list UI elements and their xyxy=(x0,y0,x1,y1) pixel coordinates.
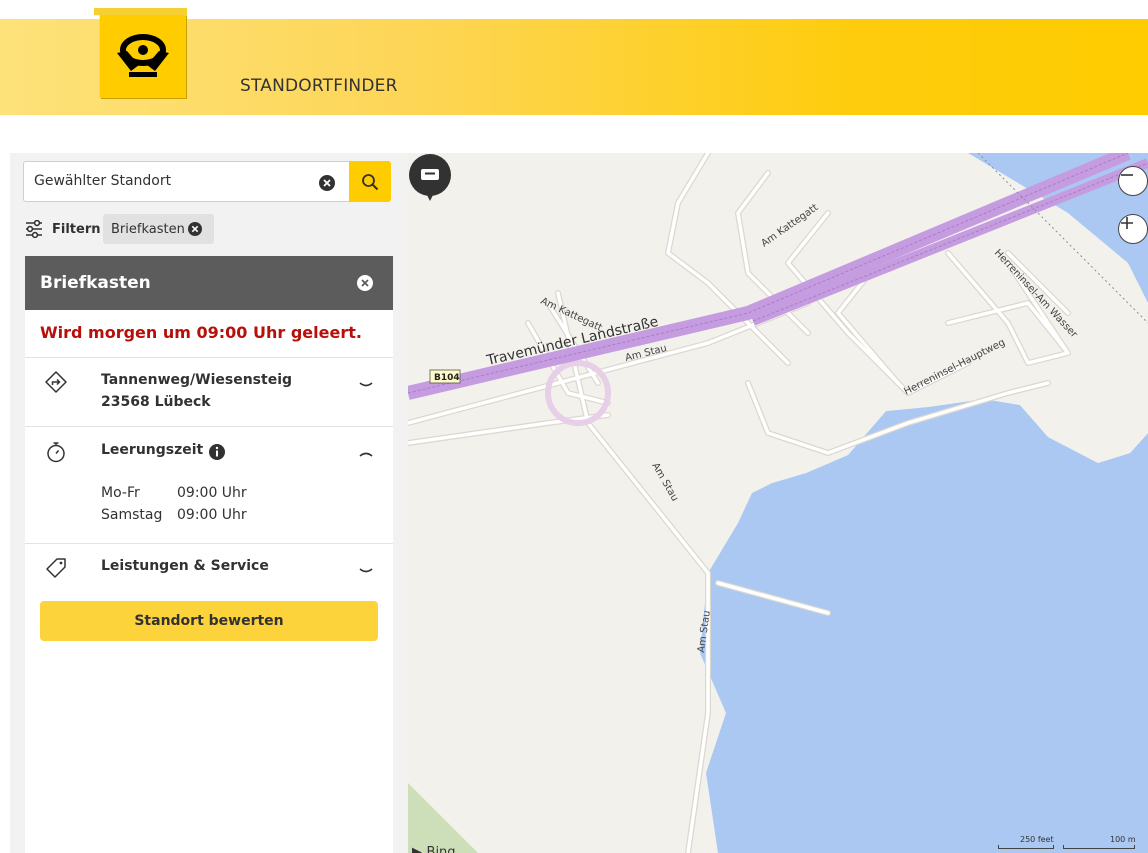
remove-filter-icon[interactable] xyxy=(187,221,203,237)
map-canvas[interactable]: Travemünder Landstraße B104 Am Kattegatt… xyxy=(408,153,1148,853)
collection-alert: Wird morgen um 09:00 Uhr geleert. xyxy=(40,323,362,342)
rate-location-button[interactable]: Standort bewerten xyxy=(40,601,378,641)
mailbox-marker-icon[interactable] xyxy=(408,153,454,205)
filter-button[interactable]: Filtern xyxy=(24,214,101,244)
map[interactable]: Travemünder Landstraße B104 Am Kattegatt… xyxy=(408,153,1148,853)
bing-logo-icon: ▶ xyxy=(412,845,427,853)
label-am-stau: Am Stau xyxy=(649,461,680,503)
filter-chip-briefkasten[interactable]: Briefkasten xyxy=(103,214,214,244)
park-area xyxy=(408,783,478,853)
chevron-up-icon[interactable] xyxy=(358,449,374,459)
collection-days-weekdays: Mo-Fr xyxy=(101,485,140,501)
services-title: Leistungen & Service xyxy=(101,558,269,574)
collection-days-saturday: Samstag xyxy=(101,507,163,523)
minus-icon xyxy=(1121,174,1133,176)
collection-time-saturday: 09:00 Uhr xyxy=(177,507,247,523)
logo[interactable] xyxy=(94,8,187,98)
filter-chip-label: Briefkasten xyxy=(111,221,185,237)
label-road-badge: B104 xyxy=(434,373,460,383)
scale-bar-imperial xyxy=(998,845,1054,849)
search-icon xyxy=(362,173,379,190)
search-button[interactable] xyxy=(349,161,391,202)
directions-icon xyxy=(45,371,67,393)
collection-title: Leerungszeit xyxy=(101,442,204,458)
location-detail-card: Briefkasten Wird morgen um 09:00 Uhr gel… xyxy=(25,256,393,853)
collection-time-weekdays: 09:00 Uhr xyxy=(177,485,247,501)
filter-label: Filtern xyxy=(52,221,101,237)
zoom-in-button[interactable] xyxy=(1118,214,1148,244)
clear-search-icon[interactable] xyxy=(318,174,336,192)
search-input[interactable] xyxy=(34,173,304,189)
info-icon[interactable] xyxy=(208,443,226,461)
post-horn-logo-icon xyxy=(100,15,186,98)
scale-bar-metric xyxy=(1063,845,1135,849)
zoom-out-button[interactable] xyxy=(1118,166,1148,196)
scale-imperial: 250 feet xyxy=(1020,835,1054,844)
scale-metric: 100 m xyxy=(1110,835,1136,844)
address-city: 23568 Lübeck xyxy=(101,394,211,410)
tag-icon xyxy=(46,558,66,578)
search-field[interactable] xyxy=(23,161,350,202)
divider xyxy=(25,357,393,358)
chevron-down-icon[interactable] xyxy=(358,566,374,576)
sliders-icon xyxy=(24,218,46,240)
divider xyxy=(25,426,393,427)
detail-header: Briefkasten xyxy=(25,256,393,310)
detail-title: Briefkasten xyxy=(40,273,151,293)
close-icon[interactable] xyxy=(356,274,374,292)
stopwatch-icon xyxy=(47,442,65,463)
plus-icon xyxy=(1121,217,1133,229)
label-am-kattegatt: Am Kattegatt xyxy=(539,296,604,334)
map-attribution: ▶ Bing xyxy=(412,845,456,853)
divider xyxy=(25,543,393,544)
chevron-down-icon[interactable] xyxy=(358,380,374,390)
app-title: STANDORTFINDER xyxy=(240,76,398,96)
address-street: Tannenweg/Wiesensteig xyxy=(101,372,293,388)
